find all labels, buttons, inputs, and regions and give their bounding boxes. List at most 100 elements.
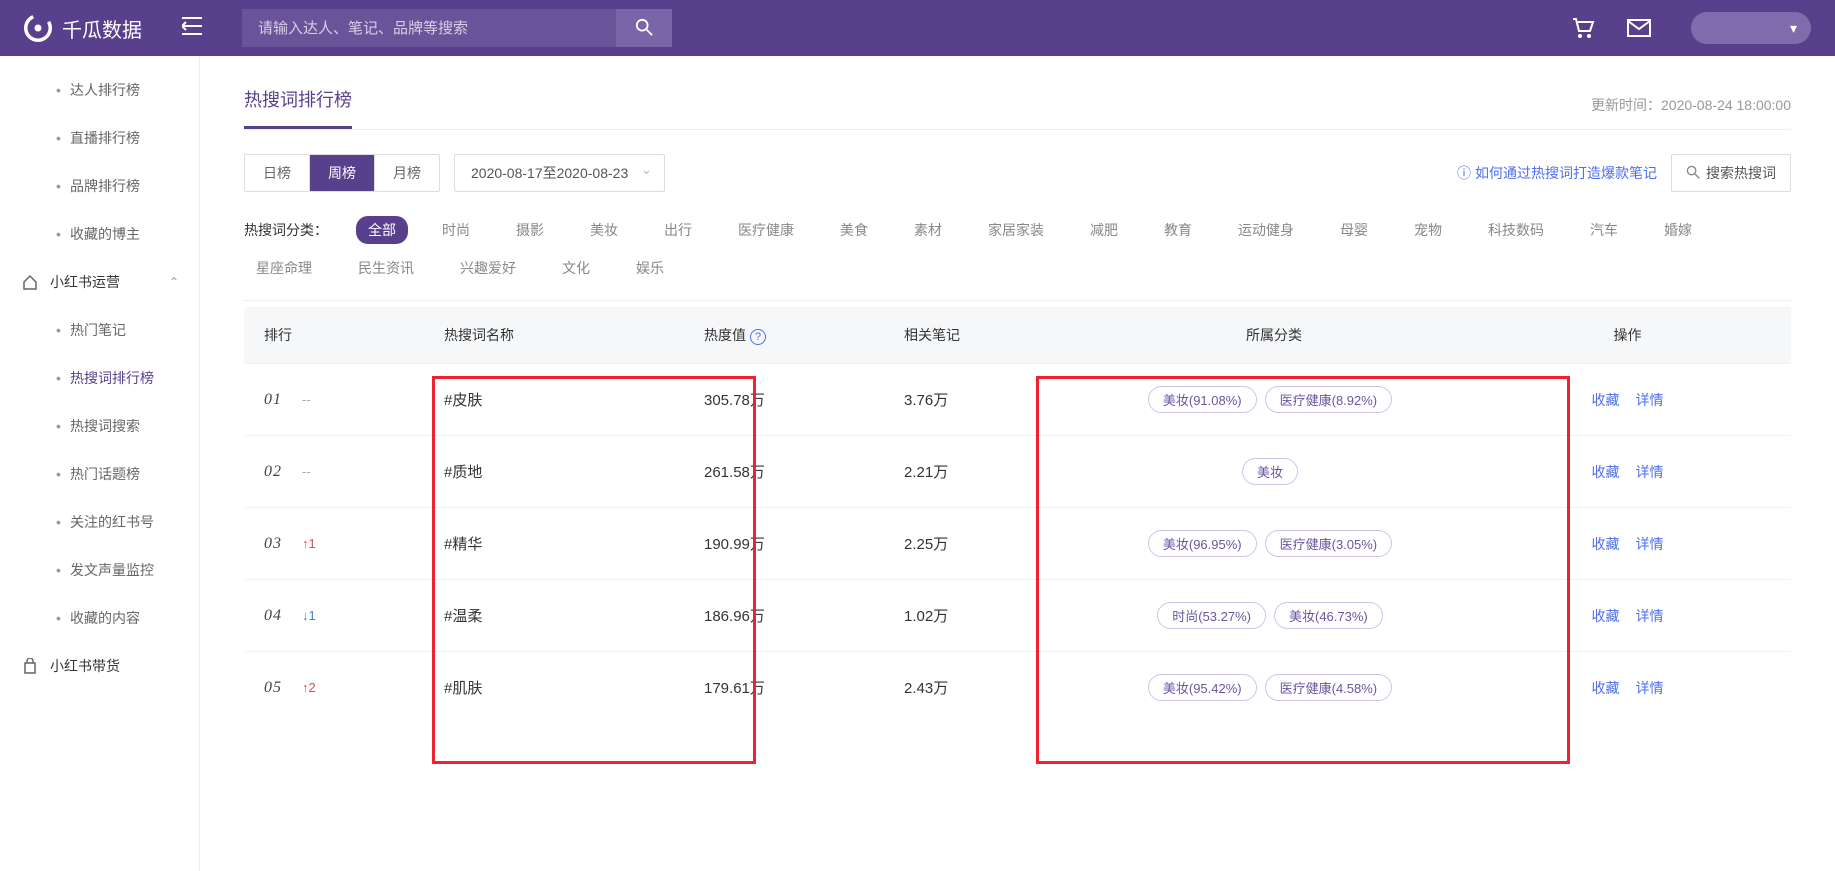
category-pill[interactable]: 美妆(91.08%) <box>1148 386 1257 413</box>
category-chip[interactable]: 全部 <box>356 216 408 244</box>
search-input[interactable] <box>242 20 616 37</box>
category-chip[interactable]: 民生资讯 <box>346 254 426 282</box>
row-categories: 时尚(53.27%) 美妆(46.73%) <box>1084 580 1464 652</box>
table-row: 04↓1#温柔186.96万1.02万时尚(53.27%)美妆(46.73%)收… <box>244 580 1791 652</box>
search-button[interactable] <box>616 9 672 47</box>
rank-number: 03 <box>264 535 296 553</box>
help-link-text: 如何通过热搜词打造爆款笔记 <box>1475 163 1657 183</box>
heat-value: 305.78万 <box>684 364 884 436</box>
logo-icon <box>24 14 52 42</box>
category-chip[interactable]: 文化 <box>550 254 602 282</box>
sidebar-item[interactable]: 直播排行榜 <box>0 114 199 162</box>
rank-number: 01 <box>264 391 296 409</box>
category-pill[interactable]: 美妆(96.95%) <box>1148 530 1257 557</box>
main-content: 热搜词排行榜 更新时间：2020-08-24 18:00:00 日榜周榜月榜 2… <box>200 56 1835 871</box>
notes-count: 2.43万 <box>884 652 1084 724</box>
category-chip[interactable]: 教育 <box>1152 216 1204 244</box>
sidebar-sub-item[interactable]: 发文声量监控 <box>0 546 199 594</box>
notes-count: 3.76万 <box>884 364 1084 436</box>
sidebar-sub-item[interactable]: 热门话题榜 <box>0 450 199 498</box>
sidebar-sub-item[interactable]: 收藏的内容 <box>0 594 199 642</box>
category-chip[interactable]: 摄影 <box>504 216 556 244</box>
table-row: 02--#质地261.58万2.21万美妆收藏详情 <box>244 436 1791 508</box>
category-chip[interactable]: 医疗健康 <box>726 216 806 244</box>
hotword-table: 排行 热搜词名称 热度值? 相关笔记 所属分类 操作 01--#皮肤305.78… <box>244 307 1791 723</box>
category-chip[interactable]: 减肥 <box>1078 216 1130 244</box>
table-row: 03↑1#精华190.99万2.25万美妆(96.95%)医疗健康(3.05%)… <box>244 508 1791 580</box>
category-chip[interactable]: 宠物 <box>1402 216 1454 244</box>
detail-link[interactable]: 详情 <box>1636 534 1664 554</box>
search-hotword-button[interactable]: 搜索热搜词 <box>1671 154 1791 192</box>
question-circle-icon[interactable]: ? <box>750 329 766 345</box>
favorite-link[interactable]: 收藏 <box>1592 462 1620 482</box>
category-pill[interactable]: 美妆(95.42%) <box>1148 674 1257 701</box>
category-pill[interactable]: 医疗健康(8.92%) <box>1265 386 1393 413</box>
hotword-name: #质地 <box>424 436 684 508</box>
user-menu[interactable]: ▾ <box>1691 12 1811 44</box>
category-pill[interactable]: 美妆(46.73%) <box>1274 602 1383 629</box>
th-op: 操作 <box>1464 307 1791 364</box>
category-chip[interactable]: 科技数码 <box>1476 216 1556 244</box>
favorite-link[interactable]: 收藏 <box>1592 678 1620 698</box>
sidebar-sub-item[interactable]: 热门笔记 <box>0 306 199 354</box>
bag-icon <box>22 658 40 674</box>
category-chip[interactable]: 家居家装 <box>976 216 1056 244</box>
cart-icon[interactable] <box>1571 17 1595 39</box>
sidebar-group-ecommerce[interactable]: 小红书带货 <box>0 642 199 690</box>
favorite-link[interactable]: 收藏 <box>1592 390 1620 410</box>
category-chip[interactable]: 星座命理 <box>244 254 324 282</box>
sidebar-sub-item[interactable]: 关注的红书号 <box>0 498 199 546</box>
topbar: 千瓜数据 ▾ <box>0 0 1835 56</box>
category-chip[interactable]: 运动健身 <box>1226 216 1306 244</box>
category-filter: 热搜词分类： 全部时尚摄影美妆出行医疗健康美食素材家居家装减肥教育运动健身母婴宠… <box>244 212 1791 301</box>
sidebar-group-operations[interactable]: 小红书运营 ⌃ <box>0 258 199 306</box>
row-categories: 美妆 <box>1084 436 1464 508</box>
trend-indicator: ↑2 <box>302 680 316 695</box>
category-pill[interactable]: 医疗健康(4.58%) <box>1265 674 1393 701</box>
sidebar-sub-item[interactable]: 热搜词排行榜 <box>0 354 199 402</box>
category-pill[interactable]: 时尚(53.27%) <box>1157 602 1266 629</box>
controls-row: 日榜周榜月榜 2020-08-17至2020-08-23 ⓘ 如何通过热搜词打造… <box>244 154 1791 192</box>
notes-count: 2.21万 <box>884 436 1084 508</box>
category-label: 热搜词分类： <box>244 220 328 240</box>
category-chip[interactable]: 汽车 <box>1578 216 1630 244</box>
category-chip[interactable]: 素材 <box>902 216 954 244</box>
menu-toggle-icon[interactable] <box>182 15 202 41</box>
sidebar: 达人排行榜直播排行榜品牌排行榜收藏的博主 小红书运营 ⌃ 热门笔记热搜词排行榜热… <box>0 56 200 871</box>
favorite-link[interactable]: 收藏 <box>1592 606 1620 626</box>
segment-月榜[interactable]: 月榜 <box>375 155 439 191</box>
mail-icon[interactable] <box>1627 19 1651 37</box>
category-chip[interactable]: 时尚 <box>430 216 482 244</box>
category-chip[interactable]: 婚嫁 <box>1652 216 1704 244</box>
th-category: 所属分类 <box>1084 307 1464 364</box>
category-pill[interactable]: 美妆 <box>1242 458 1298 485</box>
trend-indicator: ↓1 <box>302 608 316 623</box>
category-pill[interactable]: 医疗健康(3.05%) <box>1265 530 1393 557</box>
category-chip[interactable]: 美食 <box>828 216 880 244</box>
detail-link[interactable]: 详情 <box>1636 678 1664 698</box>
detail-link[interactable]: 详情 <box>1636 390 1664 410</box>
sidebar-item[interactable]: 品牌排行榜 <box>0 162 199 210</box>
category-chip[interactable]: 母婴 <box>1328 216 1380 244</box>
heat-value: 186.96万 <box>684 580 884 652</box>
category-chip[interactable]: 娱乐 <box>624 254 676 282</box>
detail-link[interactable]: 详情 <box>1636 606 1664 626</box>
segment-日榜[interactable]: 日榜 <box>245 155 310 191</box>
page-title: 热搜词排行榜 <box>244 86 352 129</box>
date-range-picker[interactable]: 2020-08-17至2020-08-23 <box>454 154 665 192</box>
category-chip[interactable]: 出行 <box>652 216 704 244</box>
sidebar-sub-item[interactable]: 热搜词搜索 <box>0 402 199 450</box>
help-link[interactable]: ⓘ 如何通过热搜词打造爆款笔记 <box>1457 163 1657 183</box>
segment-周榜[interactable]: 周榜 <box>310 155 375 191</box>
sidebar-item[interactable]: 达人排行榜 <box>0 66 199 114</box>
category-chip[interactable]: 兴趣爱好 <box>448 254 528 282</box>
sidebar-item[interactable]: 收藏的博主 <box>0 210 199 258</box>
favorite-link[interactable]: 收藏 <box>1592 534 1620 554</box>
category-chip[interactable]: 美妆 <box>578 216 630 244</box>
th-heat: 热度值? <box>684 307 884 364</box>
detail-link[interactable]: 详情 <box>1636 462 1664 482</box>
th-notes: 相关笔记 <box>884 307 1084 364</box>
hotword-name: #皮肤 <box>424 364 684 436</box>
search-hotword-label: 搜索热搜词 <box>1706 163 1776 183</box>
brand-logo[interactable]: 千瓜数据 <box>24 14 142 43</box>
